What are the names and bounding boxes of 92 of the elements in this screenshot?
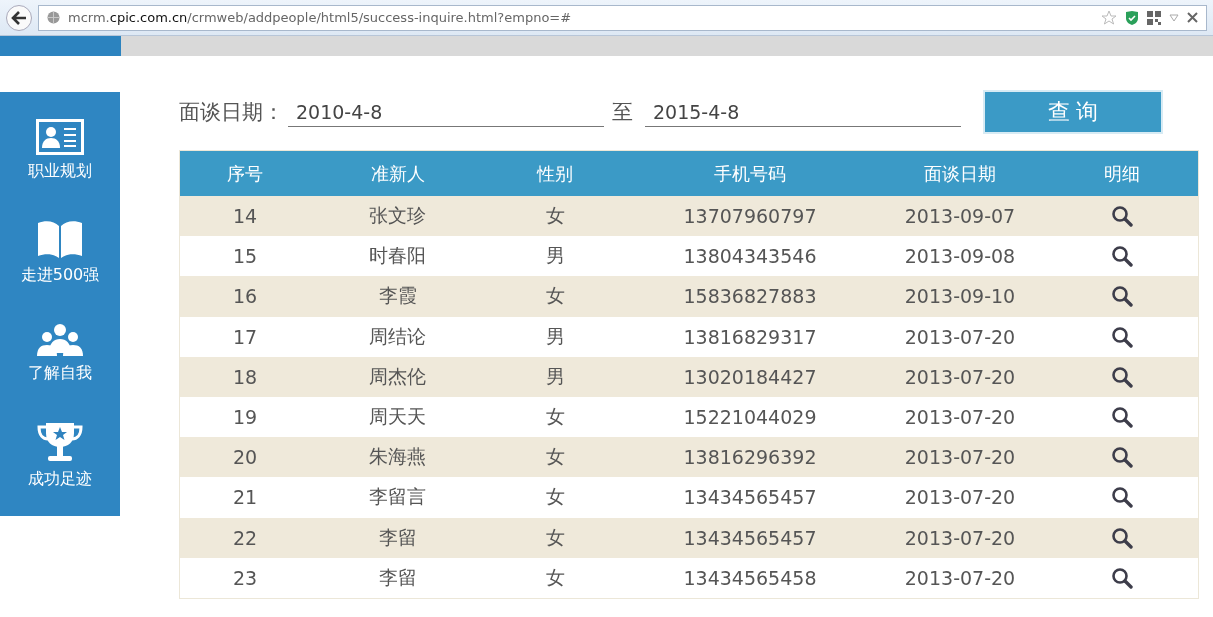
table-cell-text: 女 [544, 283, 566, 309]
table-cell-text: 13434565457 [682, 485, 818, 511]
close-icon[interactable] [1187, 12, 1198, 23]
table-cell-text: 李留 [377, 564, 418, 590]
table-cell-text: 2013-07-20 [903, 364, 1017, 390]
column-header: 准新人 [369, 161, 426, 186]
search-icon[interactable] [1110, 365, 1133, 388]
column-header: 性别 [535, 161, 574, 186]
table-cell-text: 2013-09-07 [903, 204, 1017, 230]
table-cell-text: 李留 [377, 524, 418, 550]
search-icon[interactable] [1110, 486, 1133, 509]
column-header: 序号 [226, 161, 264, 186]
table-cell-text: 2013-07-20 [903, 525, 1017, 551]
search-icon[interactable] [1110, 406, 1133, 429]
table-cell-text: 周杰伦 [368, 363, 427, 389]
table-cell-text: 2013-07-20 [903, 445, 1017, 471]
range-separator: 至 [612, 99, 633, 126]
table-cell-text: 2013-07-20 [903, 565, 1017, 591]
table-cell-text: 男 [544, 323, 566, 349]
table-cell-text: 周结论 [368, 323, 427, 349]
table-cell-text: 女 [544, 203, 566, 229]
back-button[interactable] [6, 4, 32, 31]
search-icon[interactable] [1110, 446, 1133, 469]
people-icon [36, 322, 84, 357]
qr-code-icon[interactable] [1147, 10, 1161, 25]
table-cell-text: 女 [544, 564, 566, 590]
table-cell-text: 男 [544, 243, 566, 269]
table-cell-text: 15 [231, 244, 259, 270]
search-icon[interactable] [1110, 566, 1133, 589]
table-cell-text: 23 [231, 565, 259, 591]
table-cell-text: 15221044029 [682, 405, 818, 431]
sidebar-label: 走进500强 [20, 264, 100, 286]
table-cell-text: 22 [231, 525, 259, 551]
table-cell-text: 19 [231, 405, 259, 431]
table-cell-text: 男 [544, 363, 566, 389]
column-header: 面谈日期 [923, 161, 997, 186]
sidebar-label: 职业规划 [28, 160, 92, 182]
table-cell-text: 13434565457 [682, 525, 818, 551]
table-cell-text: 朱海燕 [368, 444, 427, 470]
table-cell-text: 时春阳 [368, 243, 427, 269]
sidebar-item[interactable]: 走进500强 [20, 218, 100, 286]
table-cell-text: 2013-07-20 [903, 485, 1017, 511]
column-header: 明细 [1102, 161, 1141, 186]
table-cell-text: 13020184427 [682, 364, 818, 390]
table-cell-text: 13707960797 [682, 204, 818, 230]
address-bar[interactable]: mcrm.cpic.com.cn/crmweb/addpeople/html5/success-inquire.html?empno=# [38, 4, 1207, 31]
table-cell-text: 13816829317 [682, 324, 818, 350]
table-cell-text: 2013-07-20 [903, 324, 1017, 350]
table-cell-text: 21 [231, 485, 259, 511]
id-card-icon [36, 118, 84, 155]
open-book-icon [36, 218, 84, 259]
table-cell-text: 13816296392 [682, 445, 818, 471]
table-cell-text: 18 [231, 364, 259, 390]
sidebar-item[interactable]: 了解自我 [28, 322, 92, 384]
table-cell-text: 17 [231, 324, 259, 350]
search-icon[interactable] [1110, 526, 1133, 549]
table-cell-text: 周天天 [368, 404, 427, 430]
table-cell-text: 2013-09-08 [903, 244, 1017, 270]
star-icon[interactable] [1101, 9, 1117, 26]
start-date-field[interactable]: 2010-4-8 [288, 97, 604, 127]
back-arrow-icon [11, 10, 27, 25]
table-cell-text: 13434565458 [682, 565, 818, 591]
table-cell-text: 张文珍 [368, 203, 427, 229]
date-label: 面谈日期： [179, 99, 284, 126]
table-cell-text: 16 [231, 284, 259, 310]
table-cell-text: 13804343546 [682, 244, 818, 270]
globe-icon [47, 11, 60, 24]
search-icon[interactable] [1110, 325, 1133, 348]
table-cell-text: 2013-09-10 [903, 284, 1017, 310]
table-cell-text: 李霞 [377, 283, 418, 309]
shield-icon[interactable] [1125, 9, 1139, 26]
table-cell-text: 15836827883 [682, 284, 818, 310]
table-cell-text: 2013-07-20 [903, 405, 1017, 431]
search-icon[interactable] [1110, 245, 1133, 268]
table-cell-text: 李留言 [368, 484, 427, 510]
column-header: 手机号码 [713, 161, 787, 186]
table-cell-text: 14 [231, 204, 259, 230]
table-cell-text: 女 [544, 524, 566, 550]
end-date-field[interactable]: 2015-4-8 [645, 97, 961, 127]
table-cell-text: 女 [544, 404, 566, 430]
trophy-icon [36, 420, 84, 463]
sidebar-item[interactable]: 职业规划 [28, 118, 92, 182]
sidebar-label: 成功足迹 [28, 468, 92, 490]
table-cell-text: 20 [231, 445, 259, 471]
table-cell-text: 女 [544, 484, 566, 510]
search-icon[interactable] [1110, 205, 1133, 228]
search-icon[interactable] [1110, 285, 1133, 308]
sidebar-label: 了解自我 [28, 362, 92, 384]
table-cell-text: 女 [544, 444, 566, 470]
url-text: mcrm.cpic.com.cn/crmweb/addpeople/html5/success-inquire.html?empno=# [68, 10, 572, 25]
query-button[interactable]: 查 询 [983, 90, 1163, 134]
sidebar-item[interactable]: 成功足迹 [28, 420, 92, 490]
